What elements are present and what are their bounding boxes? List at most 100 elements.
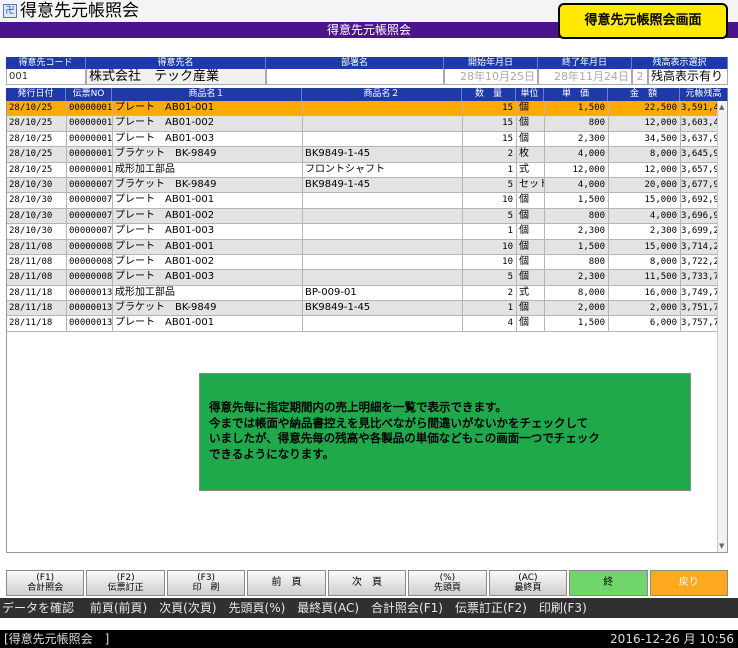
vertical-scrollbar[interactable]: ▲ ▼ — [717, 101, 727, 552]
cell-p1: ブラケット BK-9849 — [113, 177, 303, 193]
cell-amount: 4,000 — [609, 208, 681, 224]
cell-p2: BK9849-1-45 — [303, 177, 463, 193]
cell-amount: 2,000 — [609, 301, 681, 316]
table-row[interactable]: 28/10/30 00000007 ブラケット BK-9849 BK9849-1-45… — [7, 177, 727, 194]
prev-page-button[interactable]: 前 頁 — [247, 570, 326, 596]
cell-price: 1,500 — [545, 239, 609, 254]
cell-amount: 16,000 — [609, 285, 681, 301]
print-button[interactable]: (F3) 印 刷 — [166, 570, 246, 596]
total-inquiry-button[interactable]: (F1) 合計照会 — [6, 570, 85, 596]
cell-date: 28/11/08 — [7, 239, 67, 254]
exit-button[interactable]: 終 — [569, 570, 648, 596]
end-date-field[interactable]: 28年11月24日 — [538, 69, 632, 85]
cell-slip: 00000001 — [67, 162, 113, 177]
cell-unit: 個 — [517, 301, 545, 316]
cell-slip: 00000013 — [67, 316, 113, 331]
note-line: できるようになります。 — [209, 446, 335, 461]
cell-qty: 10 — [463, 254, 517, 270]
cell-date: 28/11/18 — [7, 285, 67, 301]
cell-date: 28/10/30 — [7, 177, 67, 193]
cell-p2 — [303, 270, 463, 285]
cell-price: 1,500 — [545, 316, 609, 331]
table-row[interactable]: 28/11/18 00000013 ブラケット BK-9849 BK9849-1-45… — [7, 301, 727, 317]
screen-label-callout: 得意先元帳照会画面 — [558, 3, 728, 39]
first-page-button[interactable]: (%) 先頭頁 — [408, 570, 487, 596]
customer-name-field: 株式会社 テック産業 — [86, 69, 266, 85]
balance-option-field[interactable]: 2 — [632, 69, 648, 85]
table-row[interactable]: 28/11/08 00000008 プレート AB01-003 5 個 2,300 11,5… — [7, 270, 727, 286]
col-header-qty: 数 量 — [462, 88, 516, 101]
cell-p1: プレート AB01-002 — [113, 116, 303, 131]
cell-slip: 00000013 — [67, 285, 113, 301]
cell-unit: 式 — [517, 162, 545, 177]
cell-price: 800 — [545, 254, 609, 270]
cell-qty: 2 — [463, 147, 517, 162]
cell-qty: 15 — [463, 101, 517, 116]
feature-note: 得意先毎に指定期間内の売上明細を一覧で表示できます。 今までは帳面や納品書控えを… — [199, 373, 691, 491]
cell-slip: 00000001 — [67, 131, 113, 147]
cell-qty: 10 — [463, 239, 517, 254]
cell-slip: 00000001 — [67, 101, 113, 116]
next-page-button[interactable]: 次 頁 — [327, 570, 407, 596]
table-row[interactable]: 28/10/25 00000001 プレート AB01-001 15 個 1,500 22,… — [7, 101, 727, 117]
cell-amount: 2,300 — [609, 224, 681, 239]
cell-amount: 6,000 — [609, 316, 681, 331]
cell-p1: プレート AB01-002 — [113, 208, 303, 224]
table-row[interactable]: 28/10/25 00000001 ブラケット BK-9849 BK9849-1-45… — [7, 147, 727, 163]
last-page-button[interactable]: (AC) 最終頁 — [488, 570, 568, 596]
cell-slip: 00000001 — [67, 116, 113, 131]
back-button[interactable]: 戻り — [649, 570, 728, 596]
app-icon: 卍 — [3, 4, 17, 18]
table-row[interactable]: 28/10/25 00000001 プレート AB01-003 15 個 2,300 34,… — [7, 131, 727, 148]
table-row[interactable]: 28/10/25 00000001 プレート AB01-002 15 個 800 12,00… — [7, 116, 727, 132]
cell-p1: プレート AB01-003 — [113, 224, 303, 239]
ledger-table-header: 発行日付 伝票NO 商品名１ 商品名２ 数 量 単位 単 価 金 額 元帳残高 — [6, 88, 728, 101]
end-date-header: 終了年月日 — [538, 57, 632, 69]
table-row[interactable]: 28/10/30 00000007 プレート AB01-001 10 個 1,500 15,… — [7, 193, 727, 209]
cell-slip: 00000007 — [67, 193, 113, 208]
cell-p2 — [303, 131, 463, 147]
table-row[interactable]: 28/10/30 00000007 プレート AB01-002 5 個 800 4,000 3… — [7, 208, 727, 225]
help-text: データを確認 前頁(前頁) 次頁(次頁) 先頭頁(%) 最終頁(AC) 合計照会… — [2, 601, 587, 615]
cell-p1: プレート AB01-001 — [113, 193, 303, 208]
cell-slip: 00000008 — [67, 239, 113, 254]
cell-p1: 成形加工部品 — [113, 162, 303, 177]
cell-unit: 個 — [517, 316, 545, 331]
cell-date: 28/10/25 — [7, 131, 67, 147]
cell-unit: 式 — [517, 285, 545, 301]
app-title: 得意先元帳照会 — [20, 1, 139, 21]
cell-p2 — [303, 316, 463, 331]
scroll-down-icon[interactable]: ▼ — [719, 542, 724, 550]
department-field — [266, 69, 444, 85]
table-row[interactable]: 28/10/25 00000001 成形加工部品 フロントシャフト 1 式 12,000 12… — [7, 162, 727, 178]
cell-qty: 1 — [463, 301, 517, 316]
cell-price: 2,000 — [545, 301, 609, 316]
cell-p2 — [303, 208, 463, 224]
table-row[interactable]: 28/11/08 00000008 プレート AB01-001 10 個 1,500 15,… — [7, 239, 727, 255]
cell-qty: 4 — [463, 316, 517, 331]
cell-amount: 8,000 — [609, 254, 681, 270]
table-row[interactable]: 28/11/18 00000013 プレート AB01-001 4 個 1,500 6,00… — [7, 316, 727, 332]
scroll-up-icon[interactable]: ▲ — [719, 103, 724, 111]
cell-p1: プレート AB01-001 — [113, 316, 303, 331]
table-row[interactable]: 28/11/08 00000008 プレート AB01-002 10 個 800 8,000… — [7, 254, 727, 271]
cell-slip: 00000008 — [67, 270, 113, 285]
cell-p1: プレート AB01-002 — [113, 254, 303, 270]
table-row[interactable]: 28/11/18 00000013 成形加工部品 BP-009-01 2 式 8,000 16… — [7, 285, 727, 302]
col-header-amount: 金 額 — [608, 88, 680, 101]
cell-price: 800 — [545, 116, 609, 131]
cell-qty: 5 — [463, 177, 517, 193]
slip-correction-button[interactable]: (F2) 伝票訂正 — [86, 570, 165, 596]
table-row[interactable]: 28/10/30 00000007 プレート AB01-003 1 個 2,300 2,30… — [7, 224, 727, 240]
cell-p1: プレート AB01-001 — [113, 101, 303, 116]
customer-code-field[interactable]: 001 — [6, 69, 86, 85]
start-date-field[interactable]: 28年10月25日 — [444, 69, 538, 85]
cell-unit: 個 — [517, 101, 545, 116]
cell-p2 — [303, 193, 463, 208]
cell-price: 4,000 — [545, 177, 609, 193]
col-header-unit: 単位 — [516, 88, 544, 101]
department-header: 部署名 — [266, 57, 444, 69]
cell-unit: 個 — [517, 254, 545, 270]
cell-amount: 22,500 — [609, 101, 681, 116]
cell-p2 — [303, 116, 463, 131]
